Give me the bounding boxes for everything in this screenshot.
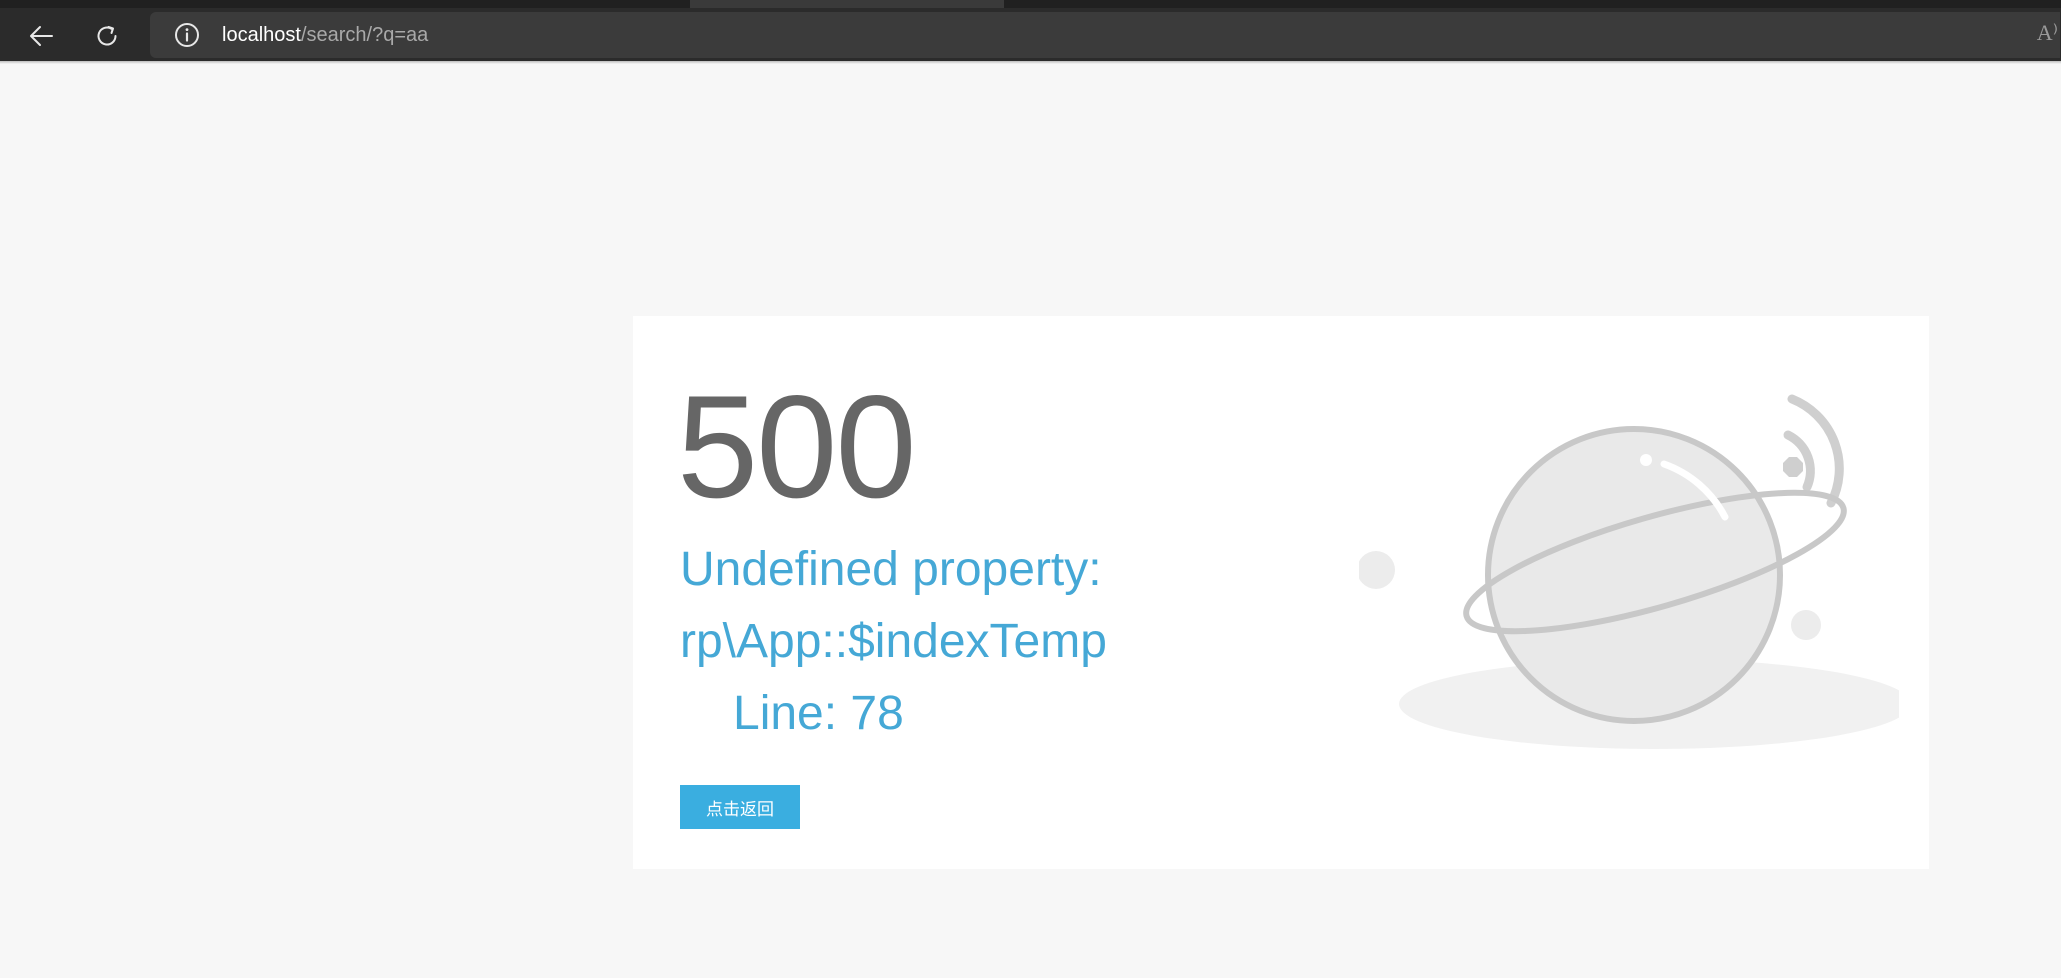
browser-toolbar: localhost/search/?q=aa A⁾ (0, 8, 2061, 61)
error-line-number: Line: 78 (733, 687, 904, 740)
toolbar-shadow (0, 61, 2061, 64)
planet-illustration (1359, 394, 1899, 749)
error-code: 500 (677, 365, 917, 528)
address-bar[interactable]: localhost/search/?q=aa A⁾ (150, 12, 2060, 58)
back-link-button[interactable]: 点击返回 (680, 785, 800, 829)
active-tab[interactable] (690, 0, 1004, 8)
error-card: 500 Undefined property: rp\App::$indexTe… (633, 316, 1929, 869)
error-message-line2: rp\App::$indexTemp (680, 615, 1107, 668)
read-aloud-icon[interactable]: A⁾ (2037, 20, 2058, 46)
refresh-icon (97, 26, 117, 46)
url-text[interactable]: localhost/search/?q=aa (222, 23, 428, 47)
tab-strip (0, 0, 2061, 8)
refresh-button[interactable] (87, 16, 127, 56)
error-message-line1: Undefined property: (680, 543, 1102, 596)
back-arrow-icon (30, 26, 53, 46)
back-button[interactable] (21, 16, 61, 56)
browser-chrome: localhost/search/?q=aa A⁾ (0, 0, 2061, 61)
url-path: /search/?q=aa (300, 24, 429, 46)
info-icon[interactable] (174, 22, 200, 48)
error-message: Undefined property: rp\App::$indexTemp L… (680, 534, 1200, 750)
url-host: localhost (222, 24, 301, 46)
